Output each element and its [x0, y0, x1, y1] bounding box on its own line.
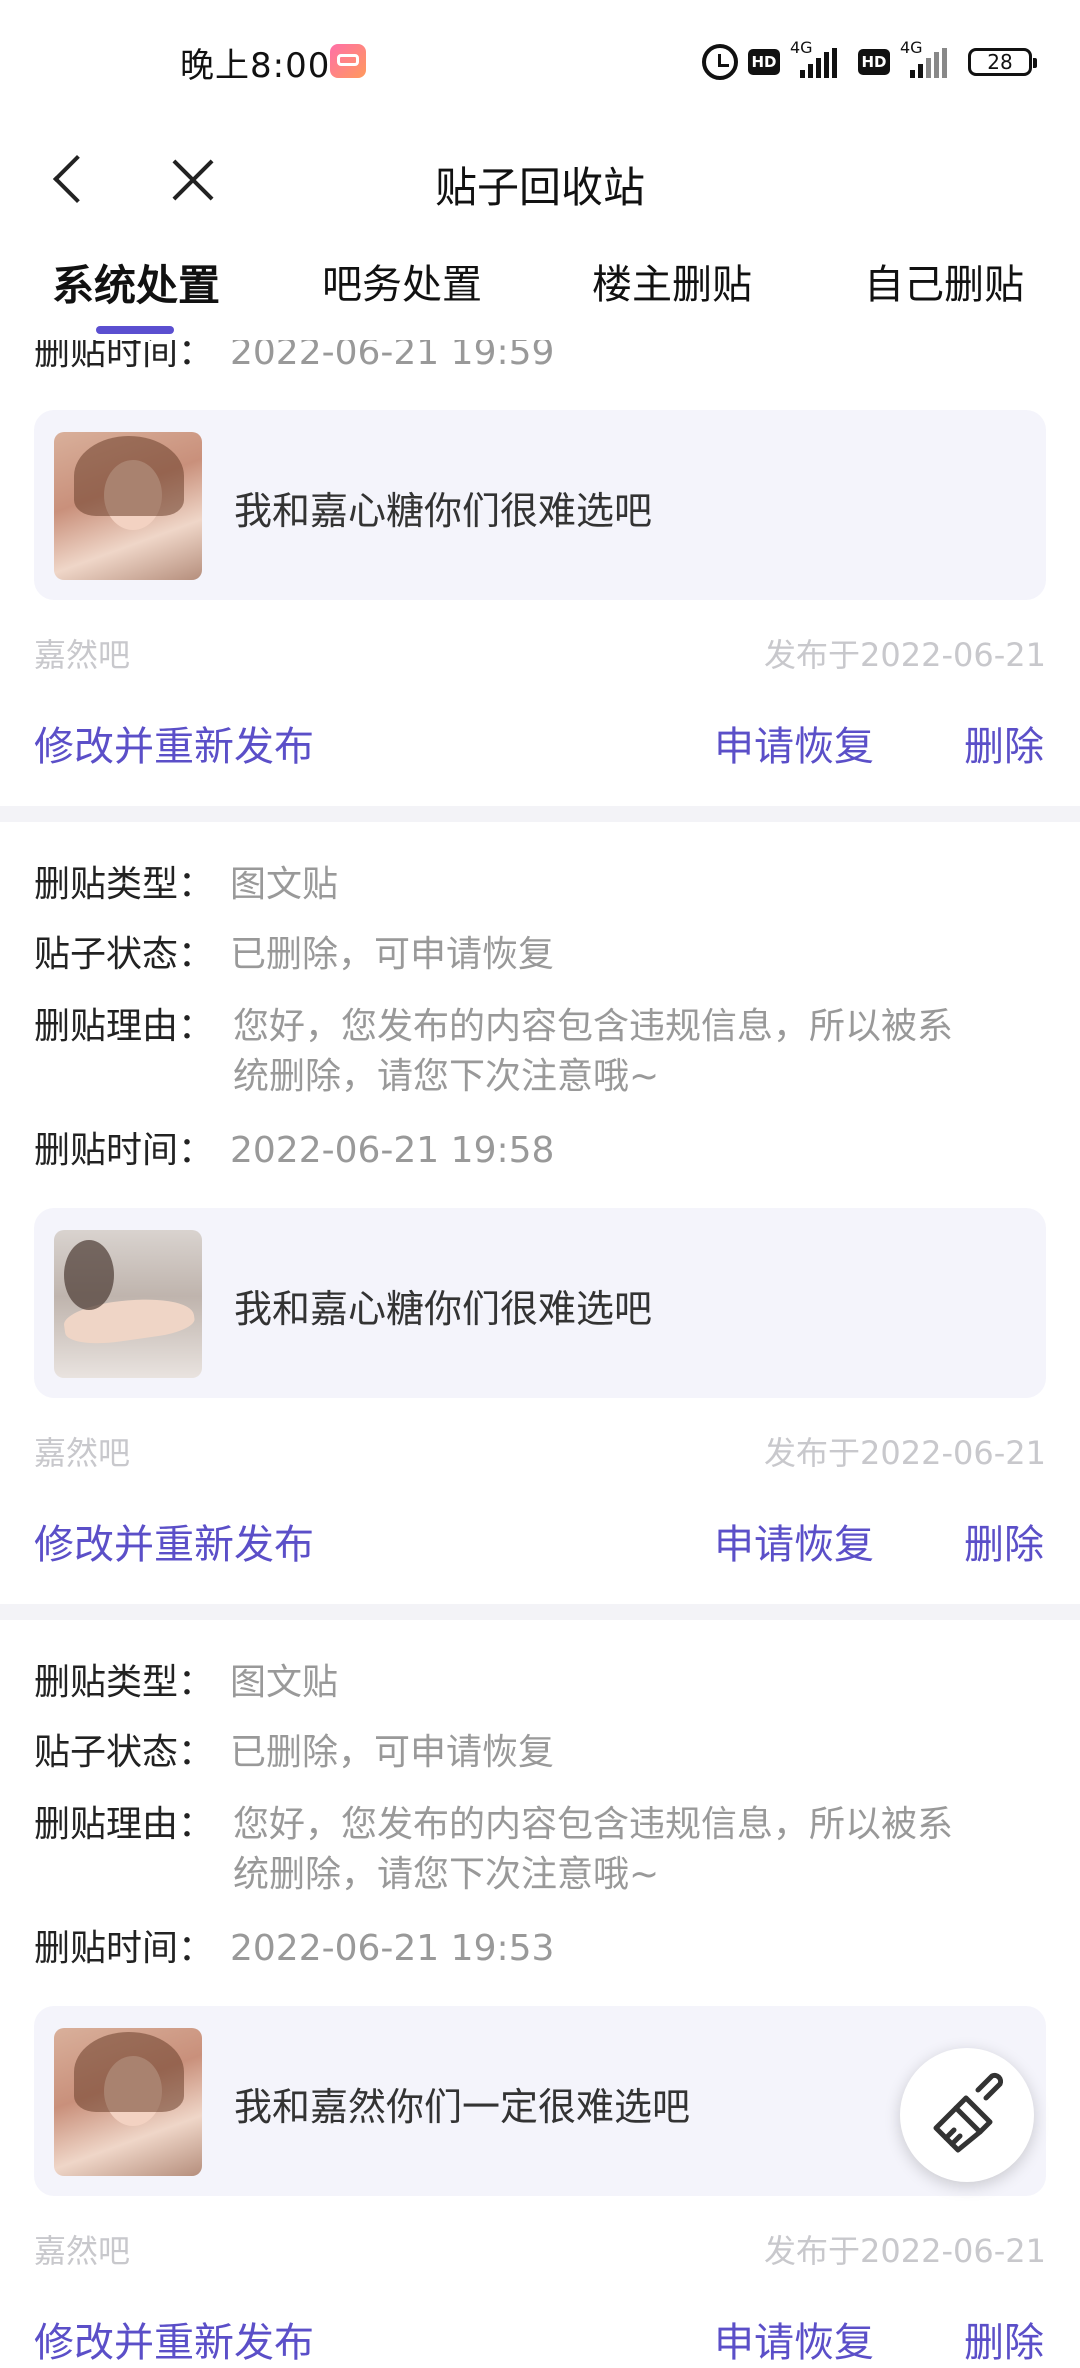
edit-republish-button[interactable]: 修改并重新发布 [34, 2310, 314, 2368]
post-thumbnail [54, 2028, 202, 2176]
tab-indicator [96, 326, 174, 334]
battery-icon: 28 [968, 48, 1037, 76]
clean-recycle-bin-button[interactable] [900, 2048, 1034, 2182]
tab-owner[interactable]: 楼主删贴 [592, 252, 752, 310]
status-time: 晚上8:00 [180, 46, 331, 86]
delete-time-row: 删贴时间： 2022-06-21 19:53 [34, 1928, 555, 1969]
edit-republish-button[interactable]: 修改并重新发布 [34, 1512, 314, 1570]
delete-type-row: 删贴类型： 图文贴 [34, 1662, 339, 1703]
delete-reason-text: 您好，您发布的内容包含违规信息，所以被系 统删除，请您下次注意哦~ [233, 1804, 954, 1895]
request-restore-button[interactable]: 申请恢复 [714, 714, 874, 772]
edit-republish-button[interactable]: 修改并重新发布 [34, 714, 314, 772]
delete-reason-text: 您好，您发布的内容包含违规信息，所以被系 统删除，请您下次注意哦~ [233, 1006, 954, 1097]
publish-date: 发布于2022-06-21 [764, 636, 1046, 674]
delete-type-row: 删贴类型： 图文贴 [34, 864, 339, 905]
page-title: 贴子回收站 [434, 163, 645, 212]
delete-button[interactable]: 删除 [964, 714, 1044, 772]
divider [0, 1604, 1080, 1620]
forum-name: 嘉然吧 [34, 2232, 131, 2270]
hd-icon-2: HD [858, 49, 890, 75]
delete-button[interactable]: 删除 [964, 2310, 1044, 2368]
tab-self[interactable]: 自己删贴 [864, 252, 1024, 310]
post-thumbnail [54, 432, 202, 580]
post-title: 我和嘉心糖你们很难选吧 [234, 489, 653, 533]
title-bar: 贴子回收站 [0, 124, 1080, 244]
post-card[interactable]: 我和嘉然你们一定很难选吧 [34, 2006, 1046, 2196]
tab-system[interactable]: 系统处置 [52, 252, 220, 313]
alarm-icon [702, 44, 738, 80]
status-icons: HD 4G HD 4G 28 [702, 38, 1037, 84]
request-restore-button[interactable]: 申请恢复 [714, 1512, 874, 1570]
post-status-row: 贴子状态： 已删除，可申请恢复 [34, 1732, 555, 1773]
forum-name: 嘉然吧 [34, 636, 131, 674]
broom-icon [933, 2072, 1004, 2153]
post-card[interactable]: 我和嘉心糖你们很难选吧 [34, 1208, 1046, 1398]
publish-date: 发布于2022-06-21 [764, 1434, 1046, 1472]
post-title: 我和嘉心糖你们很难选吧 [234, 1287, 653, 1331]
signal-icon: 4G [790, 38, 848, 82]
post-thumbnail [54, 1230, 202, 1378]
delete-time-row: 删贴时间： 2022-06-21 19:58 [34, 1130, 555, 1171]
delete-reason-row: 删贴理由： [34, 1804, 215, 1845]
request-restore-button[interactable]: 申请恢复 [714, 2310, 874, 2368]
publish-date: 发布于2022-06-21 [764, 2232, 1046, 2270]
post-title: 我和嘉然你们一定很难选吧 [234, 2085, 691, 2129]
post-card[interactable]: 我和嘉心糖你们很难选吧 [34, 410, 1046, 600]
post-status-row: 贴子状态： 已删除，可申请恢复 [34, 934, 555, 975]
divider [0, 806, 1080, 822]
tab-admin[interactable]: 吧务处置 [322, 252, 482, 310]
delete-reason-row: 删贴理由： [34, 1006, 215, 1047]
app-notification-icon [330, 44, 366, 78]
status-bar: 晚上8:00 HD 4G HD 4G 28 [0, 0, 1080, 124]
delete-button[interactable]: 删除 [964, 1512, 1044, 1570]
forum-name: 嘉然吧 [34, 1434, 131, 1472]
tab-bar: 系统处置 吧务处置 楼主删贴 自己删贴 [0, 244, 1080, 340]
hd-icon: HD [748, 49, 780, 75]
signal-icon-2: 4G [900, 38, 958, 82]
